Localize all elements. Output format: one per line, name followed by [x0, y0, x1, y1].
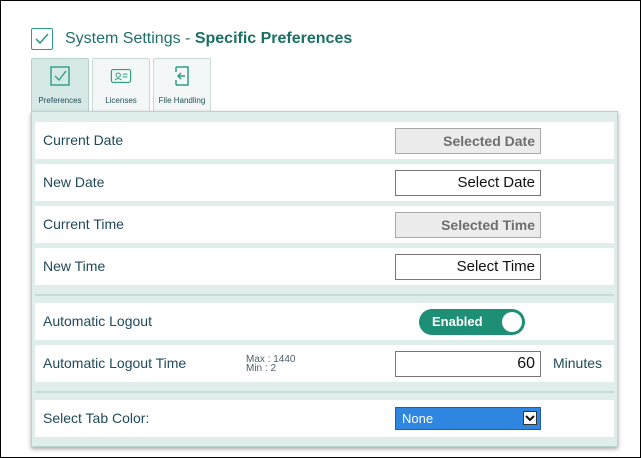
- new-date-row: New Date Select Date: [35, 164, 614, 201]
- logout-time-limits: Max : 1440 Min : 2: [246, 355, 295, 374]
- current-date-row: Current Date Selected Date: [35, 122, 614, 159]
- checkbox-icon: [49, 65, 71, 87]
- new-time-label: New Time: [43, 258, 106, 274]
- section-divider: [35, 391, 614, 393]
- auto-logout-toggle[interactable]: Enabled: [419, 309, 525, 335]
- tab-label: Licenses: [105, 96, 137, 105]
- settings-window: System Settings - Specific Preferences P…: [0, 0, 641, 458]
- toggle-knob: [502, 312, 522, 332]
- new-time-picker[interactable]: Select Time: [395, 254, 541, 280]
- tab-bar: Preferences Licenses File Handling: [31, 58, 211, 111]
- current-time-field: Selected Time: [395, 212, 541, 238]
- page-title-emphasis: Specific Preferences: [194, 30, 353, 47]
- current-time-row: Current Time Selected Time: [35, 206, 614, 243]
- chevron-down-icon[interactable]: [523, 411, 537, 425]
- license-card-icon: [110, 65, 132, 87]
- new-time-row: New Time Select Time: [35, 248, 614, 285]
- tab-color-label: Select Tab Color:: [43, 410, 150, 426]
- tab-preferences[interactable]: Preferences: [31, 58, 89, 111]
- logout-time-unit: Minutes: [553, 355, 603, 371]
- new-date-label: New Date: [43, 174, 105, 190]
- page-title: System Settings - Specific Preferences: [65, 30, 352, 48]
- current-time-label: Current Time: [43, 216, 124, 232]
- tab-label: File Handling: [158, 96, 206, 105]
- page-header: System Settings - Specific Preferences: [31, 25, 352, 53]
- auto-logout-time-row: Automatic Logout Time Max : 1440 Min : 2…: [35, 345, 614, 382]
- preferences-panel: Current Date Selected Date New Date Sele…: [31, 111, 618, 447]
- auto-logout-time-label: Automatic Logout Time: [43, 355, 187, 371]
- current-date-label: Current Date: [43, 132, 124, 148]
- new-date-picker[interactable]: Select Date: [395, 170, 541, 196]
- tab-licenses[interactable]: Licenses: [92, 58, 150, 111]
- tab-file-handling[interactable]: File Handling: [153, 58, 211, 111]
- section-divider: [35, 294, 614, 296]
- checkbox-icon: [31, 28, 53, 50]
- current-date-field: Selected Date: [395, 128, 541, 154]
- tab-color-row: Select Tab Color: None: [35, 400, 614, 437]
- logout-time-input[interactable]: 60: [395, 351, 541, 377]
- toggle-label: Enabled: [432, 314, 483, 329]
- tab-color-selected: None: [402, 411, 434, 426]
- file-import-icon: [171, 65, 193, 87]
- tab-label: Preferences: [38, 96, 82, 105]
- auto-logout-label: Automatic Logout: [43, 313, 152, 329]
- min-limit-text: Min : 2: [246, 363, 277, 374]
- page-title-prefix: System Settings -: [65, 30, 195, 47]
- auto-logout-row: Automatic Logout Enabled: [35, 303, 614, 340]
- tab-color-select[interactable]: None: [395, 407, 541, 430]
